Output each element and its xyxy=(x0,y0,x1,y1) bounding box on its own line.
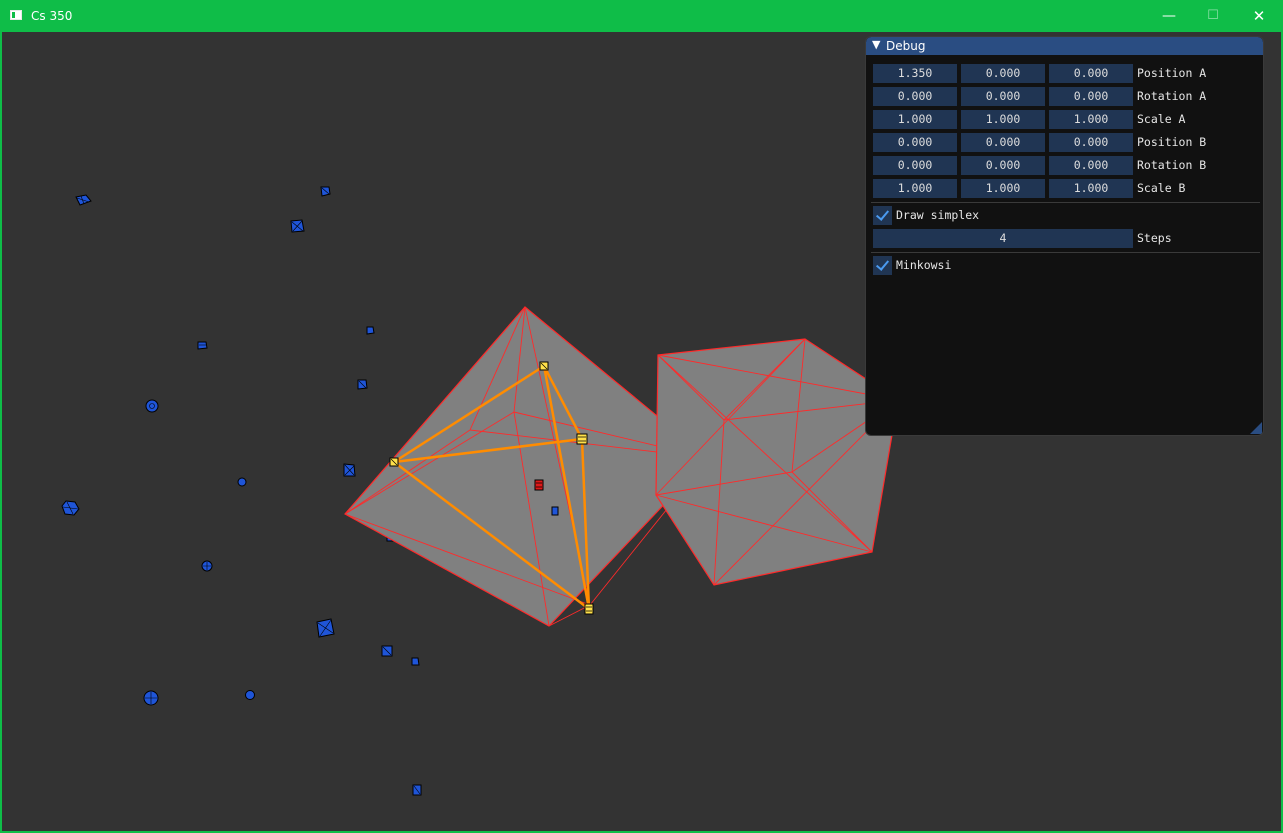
steps-label: Steps xyxy=(1137,231,1172,245)
point-marker xyxy=(357,379,368,390)
point-marker xyxy=(201,560,213,572)
cube-shape xyxy=(655,338,899,586)
scale-b-row: 1.000 1.000 1.000 Scale B xyxy=(873,179,1258,199)
debug-panel[interactable]: ▼ Debug 1.350 0.000 0.000 Position A 0.0… xyxy=(865,36,1264,436)
window-title: Cs 350 xyxy=(31,9,73,23)
point-marker xyxy=(290,219,305,233)
title-bar[interactable]: Cs 350 — ☐ ✕ xyxy=(0,0,1283,32)
point-marker xyxy=(197,341,208,350)
rotation-b-label: Rotation B xyxy=(1137,158,1207,172)
point-marker xyxy=(145,399,159,413)
debug-panel-header[interactable]: ▼ Debug xyxy=(866,37,1263,55)
rotation-b-z-field[interactable]: 0.000 xyxy=(1049,156,1133,175)
resize-grip[interactable] xyxy=(1250,422,1262,434)
close-button[interactable]: ✕ xyxy=(1236,0,1282,32)
point-marker xyxy=(237,477,247,487)
scale-b-y-field[interactable]: 1.000 xyxy=(961,179,1045,198)
rotation-a-y-field[interactable]: 0.000 xyxy=(961,87,1045,106)
point-marker xyxy=(245,690,255,700)
position-b-y-field[interactable]: 0.000 xyxy=(961,133,1045,152)
point-marker xyxy=(551,506,559,516)
point-marker xyxy=(366,326,375,335)
app-window-icon xyxy=(10,10,22,20)
scale-b-z-field[interactable]: 1.000 xyxy=(1049,179,1133,198)
minkowski-checkbox[interactable] xyxy=(873,256,892,275)
position-a-z-field[interactable]: 0.000 xyxy=(1049,64,1133,83)
scale-a-row: 1.000 1.000 1.000 Scale A xyxy=(873,110,1258,130)
simplex-vertex xyxy=(539,361,549,371)
position-b-label: Position B xyxy=(1137,135,1207,149)
rotation-a-x-field[interactable]: 0.000 xyxy=(873,87,957,106)
simplex-vertex xyxy=(389,457,399,467)
steps-slider[interactable]: 4 xyxy=(873,229,1133,248)
separator xyxy=(871,202,1260,203)
point-marker xyxy=(411,657,420,666)
position-b-row: 0.000 0.000 0.000 Position B xyxy=(873,133,1258,153)
point-marker xyxy=(412,784,422,796)
maximize-button[interactable]: ☐ xyxy=(1190,0,1236,32)
scale-b-label: Scale B xyxy=(1137,181,1186,195)
rotation-b-x-field[interactable]: 0.000 xyxy=(873,156,957,175)
point-marker xyxy=(320,186,331,197)
draw-simplex-checkbox[interactable] xyxy=(873,206,892,225)
draw-simplex-label: Draw simplex xyxy=(896,208,980,222)
debug-panel-title: Debug xyxy=(886,39,926,53)
rotation-a-row: 0.000 0.000 0.000 Rotation A xyxy=(873,87,1258,107)
minimize-button[interactable]: — xyxy=(1146,0,1192,32)
point-marker xyxy=(316,618,335,638)
scale-a-z-field[interactable]: 1.000 xyxy=(1049,110,1133,129)
minkowski-label: Minkowsi xyxy=(896,258,952,272)
simplex-vertex xyxy=(576,433,588,445)
scale-a-y-field[interactable]: 1.000 xyxy=(961,110,1045,129)
position-b-z-field[interactable]: 0.000 xyxy=(1049,133,1133,152)
separator xyxy=(871,252,1260,253)
minkowski-row[interactable]: Minkowsi xyxy=(873,256,1173,276)
draw-simplex-row[interactable]: Draw simplex xyxy=(873,206,1173,226)
rotation-a-z-field[interactable]: 0.000 xyxy=(1049,87,1133,106)
point-marker xyxy=(75,194,92,206)
position-a-row: 1.350 0.000 0.000 Position A xyxy=(873,64,1258,84)
collapse-arrow-icon[interactable]: ▼ xyxy=(872,38,880,51)
position-b-x-field[interactable]: 0.000 xyxy=(873,133,957,152)
point-marker xyxy=(143,690,159,706)
scale-a-label: Scale A xyxy=(1137,112,1186,126)
rotation-b-row: 0.000 0.000 0.000 Rotation B xyxy=(873,156,1258,176)
position-a-label: Position A xyxy=(1137,66,1207,80)
point-marker xyxy=(61,500,80,516)
scale-b-x-field[interactable]: 1.000 xyxy=(873,179,957,198)
position-a-y-field[interactable]: 0.000 xyxy=(961,64,1045,83)
point-marker xyxy=(381,645,393,657)
position-a-x-field[interactable]: 1.350 xyxy=(873,64,957,83)
point-marker xyxy=(343,463,356,477)
simplex-vertex xyxy=(584,603,594,615)
rotation-a-label: Rotation A xyxy=(1137,89,1207,103)
scale-a-x-field[interactable]: 1.000 xyxy=(873,110,957,129)
origin-marker xyxy=(534,479,544,491)
steps-row: 4 Steps xyxy=(873,229,1258,249)
rotation-b-y-field[interactable]: 0.000 xyxy=(961,156,1045,175)
